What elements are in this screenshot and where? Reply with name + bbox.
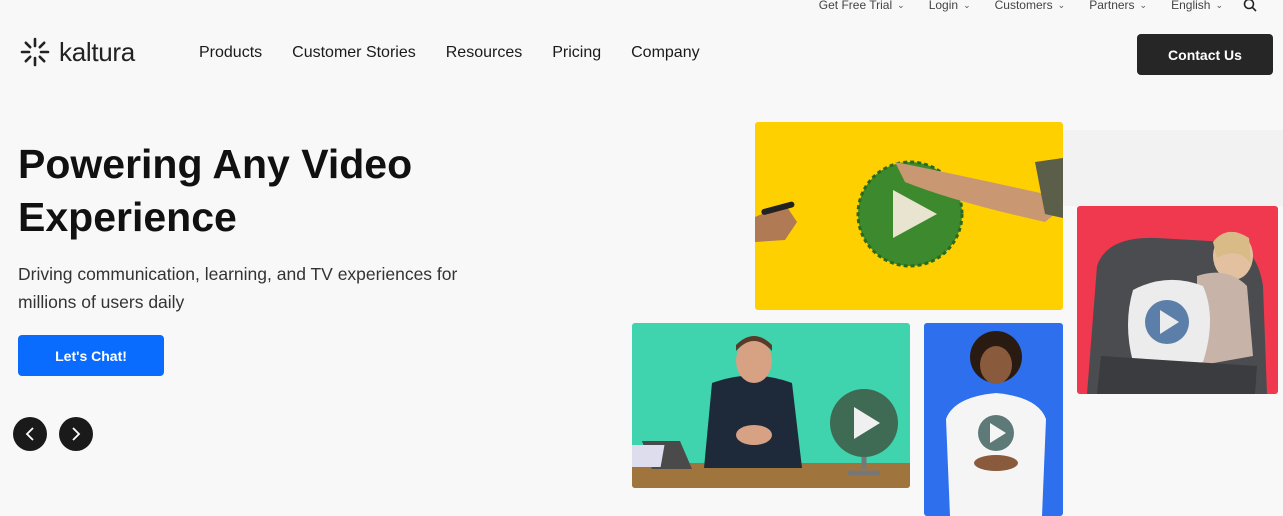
chevron-down-icon: ⌄	[1215, 0, 1223, 10]
login-label: Login	[928, 0, 959, 12]
kaltura-logo-icon	[20, 37, 50, 67]
lets-chat-button[interactable]: Let's Chat!	[18, 335, 164, 376]
partners-menu[interactable]: Partners ⌄	[1089, 0, 1147, 12]
customers-label: Customers	[994, 0, 1053, 12]
chevron-down-icon: ⌄	[1139, 0, 1148, 10]
main-nav: Products Customer Stories Resources Pric…	[199, 44, 730, 62]
nav-item-products[interactable]: Products	[199, 44, 262, 62]
hero-image-woman-armchair	[1077, 206, 1278, 394]
kaltura-logo[interactable]: kaltura	[19, 36, 135, 68]
chevron-right-icon	[72, 427, 81, 441]
nav-item-pricing[interactable]: Pricing	[552, 44, 601, 62]
customers-menu[interactable]: Customers ⌄	[995, 0, 1066, 12]
contact-us-button[interactable]: Contact Us	[1137, 34, 1273, 75]
nav-item-resources[interactable]: Resources	[446, 44, 522, 62]
chevron-down-icon: ⌄	[963, 0, 971, 10]
hero-image-presenter-globe	[632, 323, 910, 488]
hero-title: Powering Any Video Experience	[18, 141, 413, 240]
search-icon[interactable]	[1243, 0, 1257, 12]
partners-label: Partners	[1089, 0, 1135, 12]
hero-image-drawing-play	[755, 122, 1063, 310]
brand-name: kaltura	[59, 36, 135, 67]
language-menu[interactable]: English ⌄	[1171, 0, 1223, 12]
nav-item-customer-stories[interactable]: Customer Stories	[292, 44, 416, 62]
get-free-trial-label: Get Free Trial	[818, 0, 893, 12]
carousel-prev-button[interactable]	[13, 417, 47, 451]
chevron-down-icon: ⌄	[1057, 0, 1066, 10]
utility-nav: Get Free Trial ⌄ Login ⌄ Customers ⌄ Par…	[795, 0, 1257, 14]
chevron-down-icon: ⌄	[897, 0, 905, 10]
hero-image-presenter-shirt	[924, 323, 1063, 516]
chevron-left-icon	[25, 427, 34, 441]
nav-item-company[interactable]: Company	[631, 44, 699, 62]
language-label: English	[1171, 0, 1211, 12]
get-free-trial-menu[interactable]: Get Free Trial ⌄	[819, 0, 905, 12]
login-menu[interactable]: Login ⌄	[929, 0, 971, 12]
hero-subtitle: Driving communication, learning, and TV …	[18, 264, 458, 312]
carousel-next-button[interactable]	[59, 417, 93, 451]
hero-backdrop	[1063, 130, 1283, 206]
